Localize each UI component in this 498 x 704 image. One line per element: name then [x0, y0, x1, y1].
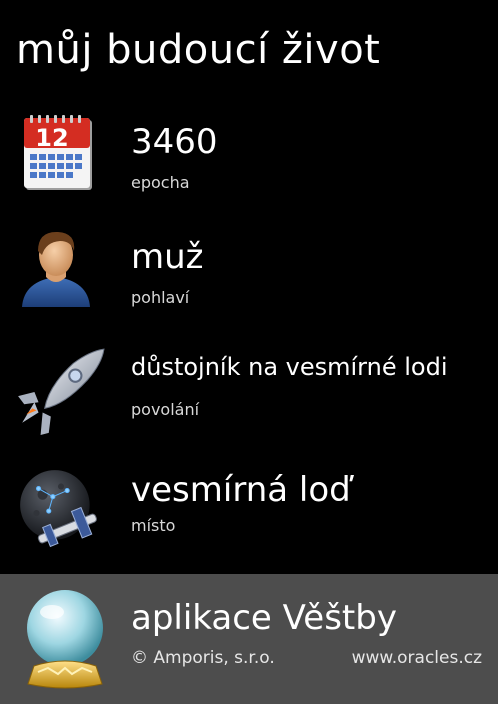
list-item-occupation[interactable]: důstojník na vesmírné lodi povolání	[0, 345, 498, 445]
list-item-gender[interactable]: muž pohlaví	[0, 225, 498, 335]
person-icon	[22, 231, 90, 307]
epoch-label: epocha	[131, 173, 190, 192]
calendar-icon: 12	[24, 115, 92, 190]
rocket-icon	[18, 348, 105, 435]
spaceship-planet-icon	[20, 470, 97, 548]
app-title: aplikace Věštby	[131, 598, 397, 638]
occupation-value: důstojník na vesmírné lodi	[131, 353, 448, 381]
page-title: můj budoucí život	[16, 27, 381, 73]
gender-value: muž	[131, 237, 204, 277]
place-label: místo	[131, 516, 176, 535]
epoch-value: 3460	[131, 122, 218, 162]
occupation-label: povolání	[131, 400, 200, 419]
gender-label: pohlaví	[131, 288, 190, 307]
list-item-place[interactable]: vesmírná loď místo	[0, 460, 498, 560]
footer-app-banner[interactable]: aplikace Věštby © Amporis, s.r.o. www.or…	[0, 574, 498, 704]
crystal-ball-icon	[27, 590, 103, 689]
place-value: vesmírná loď	[131, 470, 351, 510]
copyright-text: © Amporis, s.r.o.	[131, 648, 275, 668]
calendar-day: 12	[35, 124, 68, 152]
website-link[interactable]: www.oracles.cz	[352, 648, 482, 668]
list-item-epoch[interactable]: 12 3460 epocha	[0, 110, 498, 220]
